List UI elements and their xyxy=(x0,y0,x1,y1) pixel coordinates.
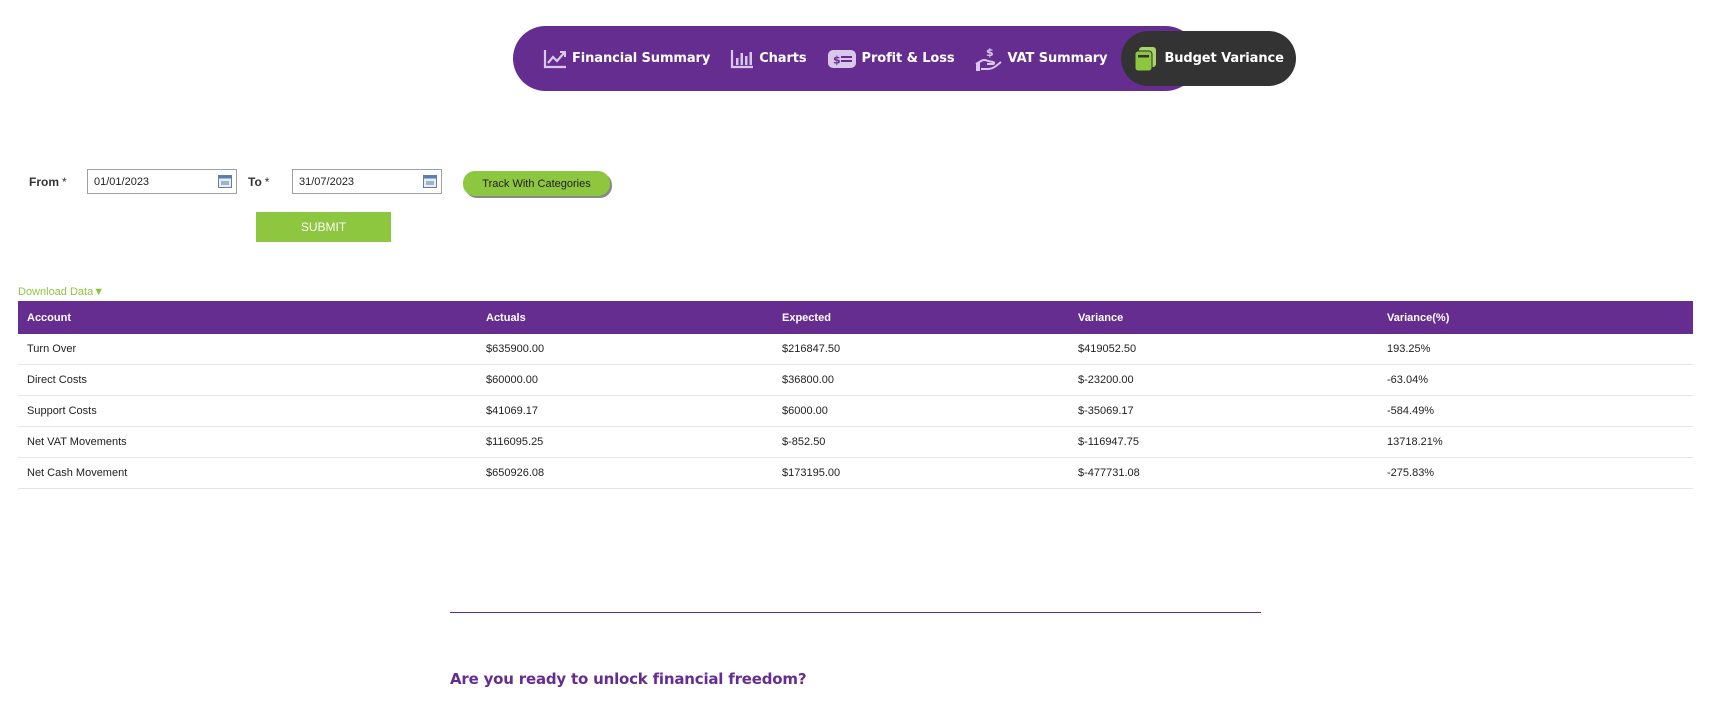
cell-variance: $-35069.17 xyxy=(1069,395,1378,427)
cell-actuals: $116095.25 xyxy=(477,426,773,458)
cell-expected: $6000.00 xyxy=(773,395,1069,427)
column-header-account: Account xyxy=(27,311,71,324)
caret-down-icon: ▼ xyxy=(93,286,105,298)
chart-line-icon xyxy=(543,49,567,69)
cell-actuals: $635900.00 xyxy=(477,334,773,365)
column-header-variance-percent: Variance(%) xyxy=(1387,311,1450,324)
cell-account: Direct Costs xyxy=(18,364,477,396)
cell-variance: $-116947.75 xyxy=(1069,426,1378,458)
cell-variance-percent: 13718.21% xyxy=(1378,426,1693,458)
cell-account: Net VAT Movements xyxy=(18,426,477,458)
nav-financial-summary[interactable]: Financial Summary xyxy=(533,31,720,86)
table-row: Support Costs $41069.17 $6000.00 $-35069… xyxy=(18,395,1693,427)
cell-variance: $-477731.08 xyxy=(1069,457,1378,489)
footer-divider xyxy=(450,612,1261,613)
cell-variance-percent: -63.04% xyxy=(1378,364,1693,396)
track-with-categories-toggle[interactable]: Track With Categories xyxy=(463,171,610,196)
cell-variance-percent: 193.25% xyxy=(1378,334,1693,365)
from-label: From * xyxy=(29,175,67,189)
cell-actuals: $60000.00 xyxy=(477,364,773,396)
calendar-icon[interactable] xyxy=(423,175,437,193)
from-label-text: From xyxy=(29,175,59,189)
from-required-marker: * xyxy=(62,175,67,189)
cell-expected: $36800.00 xyxy=(773,364,1069,396)
bar-chart-icon xyxy=(730,49,754,69)
cell-variance: $-23200.00 xyxy=(1069,364,1378,396)
submit-button[interactable]: SUBMIT xyxy=(256,212,391,242)
budget-variance-table: Account Actuals Expected Variance Varian… xyxy=(18,301,1693,489)
table-row: Direct Costs $60000.00 $36800.00 $-23200… xyxy=(18,364,1693,396)
nav-profit-loss[interactable]: $ Profit & Loss xyxy=(817,31,965,86)
cell-expected: $-852.50 xyxy=(773,426,1069,458)
calendar-icon[interactable] xyxy=(218,175,232,193)
column-header-expected: Expected xyxy=(782,311,831,324)
to-label: To * xyxy=(248,175,269,189)
cell-variance: $419052.50 xyxy=(1069,334,1378,365)
to-date-input[interactable] xyxy=(293,175,441,188)
cell-account: Net Cash Movement xyxy=(18,457,477,489)
table-row: Net VAT Movements $116095.25 $-852.50 $-… xyxy=(18,426,1693,458)
to-required-marker: * xyxy=(264,175,270,189)
hand-dollar-icon: $ xyxy=(975,46,1003,72)
table-row: Net Cash Movement $650926.08 $173195.00 … xyxy=(18,457,1693,489)
download-data-label: Download Data xyxy=(18,286,94,298)
nav-label-charts: Charts xyxy=(759,51,807,66)
nav-charts[interactable]: Charts xyxy=(720,31,816,86)
table-row: Turn Over $635900.00 $216847.50 $419052.… xyxy=(18,334,1693,365)
svg-text:$: $ xyxy=(833,53,841,66)
nav-budget-variance[interactable]: Budget Variance xyxy=(1121,31,1296,86)
wallet-icon xyxy=(1133,46,1159,72)
svg-text:$: $ xyxy=(986,46,994,59)
cell-actuals: $650926.08 xyxy=(477,457,773,489)
download-data-link[interactable]: Download Data▼ xyxy=(18,286,104,298)
nav-label-budget-variance: Budget Variance xyxy=(1164,51,1284,66)
nav-label-profit-loss: Profit & Loss xyxy=(861,51,955,66)
from-date-input[interactable] xyxy=(88,175,236,188)
column-header-variance: Variance xyxy=(1078,311,1124,324)
cell-expected: $173195.00 xyxy=(773,457,1069,489)
report-nav-bar: Financial Summary Charts $ Profit & Loss… xyxy=(513,26,1296,91)
to-date-field[interactable] xyxy=(292,169,442,194)
cell-actuals: $41069.17 xyxy=(477,395,773,427)
table-header-row: Account Actuals Expected Variance Varian… xyxy=(18,301,1693,334)
cell-variance-percent: -275.83% xyxy=(1378,457,1693,489)
footer-cta-heading: Are you ready to unlock financial freedo… xyxy=(450,670,807,688)
money-bill-icon: $ xyxy=(827,49,857,69)
cell-expected: $216847.50 xyxy=(773,334,1069,365)
nav-label-vat-summary: VAT Summary xyxy=(1007,51,1108,66)
column-header-actuals: Actuals xyxy=(486,311,526,324)
cell-variance-percent: -584.49% xyxy=(1378,395,1693,427)
cell-account: Support Costs xyxy=(18,395,477,427)
nav-label-financial-summary: Financial Summary xyxy=(572,51,711,66)
nav-vat-summary[interactable]: $ VAT Summary xyxy=(965,31,1118,86)
to-label-text: To xyxy=(248,175,262,189)
from-date-field[interactable] xyxy=(87,169,237,194)
cell-account: Turn Over xyxy=(18,334,477,365)
